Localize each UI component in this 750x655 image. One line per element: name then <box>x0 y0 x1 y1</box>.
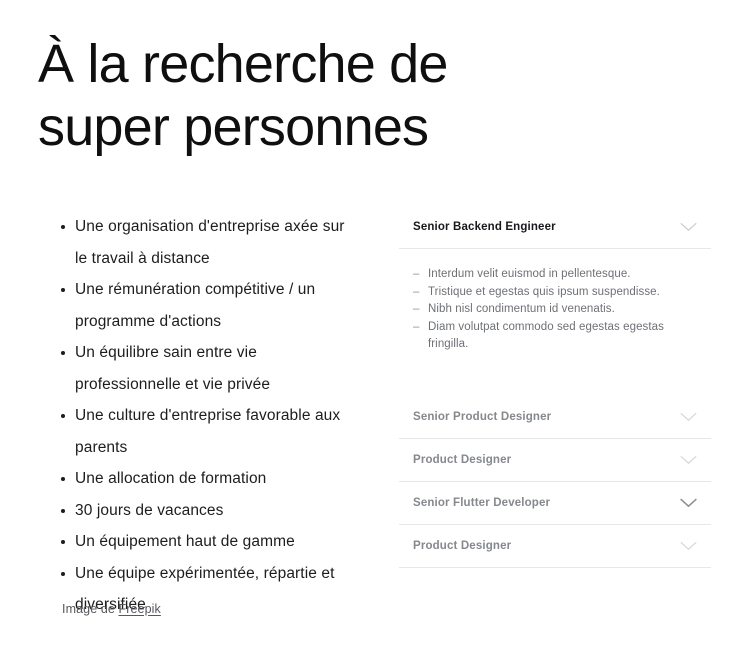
accordion-header[interactable]: Senior Product Designer <box>399 396 711 438</box>
list-item: Une allocation de formation <box>57 463 357 495</box>
chevron-down-icon[interactable] <box>680 541 697 551</box>
divider <box>399 566 711 568</box>
accordion-panel: Interdum velit euismod in pellentesque. … <box>399 249 711 376</box>
job-detail-list: Interdum velit euismod in pellentesque. … <box>413 266 697 354</box>
freepik-link[interactable]: Freepik <box>119 602 161 616</box>
list-item: 30 jours de vacances <box>57 495 357 527</box>
accordion-item-senior-product-designer: Senior Product Designer <box>399 396 711 439</box>
accordion-header[interactable]: Senior Flutter Developer <box>399 482 711 524</box>
chevron-down-icon[interactable] <box>680 412 697 422</box>
benefits-list: Une organisation d'entreprise axée sur l… <box>57 211 357 621</box>
accordion-item-product-designer-2: Product Designer <box>399 525 711 568</box>
accordion-item-senior-backend-engineer: Senior Backend Engineer Interdum velit e… <box>399 206 711 396</box>
image-credit-prefix: Image de <box>62 602 119 616</box>
list-item: Tristique et egestas quis ipsum suspendi… <box>413 284 697 302</box>
list-item: Diam volutpat commodo sed egestas egesta… <box>413 319 697 354</box>
accordion-title: Product Designer <box>413 453 512 466</box>
accordion-header[interactable]: Product Designer <box>399 525 711 567</box>
chevron-down-icon[interactable] <box>680 222 697 232</box>
accordion-item-product-designer-1: Product Designer <box>399 439 711 482</box>
list-item: Nibh nisl condimentum id venenatis. <box>413 301 697 319</box>
list-item: Interdum velit euismod in pellentesque. <box>413 266 697 284</box>
job-openings-accordion: Senior Backend Engineer Interdum velit e… <box>399 206 711 568</box>
list-item: Une culture d'entreprise favorable aux p… <box>57 400 357 463</box>
list-item: Un équipement haut de gamme <box>57 526 357 558</box>
list-item: Un équilibre sain entre vie professionne… <box>57 337 357 400</box>
accordion-title: Product Designer <box>413 539 512 552</box>
accordion-title: Senior Flutter Developer <box>413 496 551 509</box>
accordion-title: Senior Backend Engineer <box>413 221 556 233</box>
landing-page: À la recherche de super personnes Une or… <box>0 0 750 655</box>
accordion-item-senior-flutter-developer: Senior Flutter Developer <box>399 482 711 525</box>
list-item: Une rémunération compétitive / un progra… <box>57 274 357 337</box>
accordion-header[interactable]: Senior Backend Engineer <box>399 206 711 248</box>
accordion-header[interactable]: Product Designer <box>399 439 711 481</box>
chevron-down-icon[interactable] <box>680 455 697 465</box>
list-item: Une organisation d'entreprise axée sur l… <box>57 211 357 274</box>
page-title: À la recherche de super personnes <box>38 34 448 157</box>
accordion-title: Senior Product Designer <box>413 410 552 423</box>
image-credit: Image de Freepik <box>62 601 161 618</box>
chevron-down-icon[interactable] <box>680 498 697 508</box>
